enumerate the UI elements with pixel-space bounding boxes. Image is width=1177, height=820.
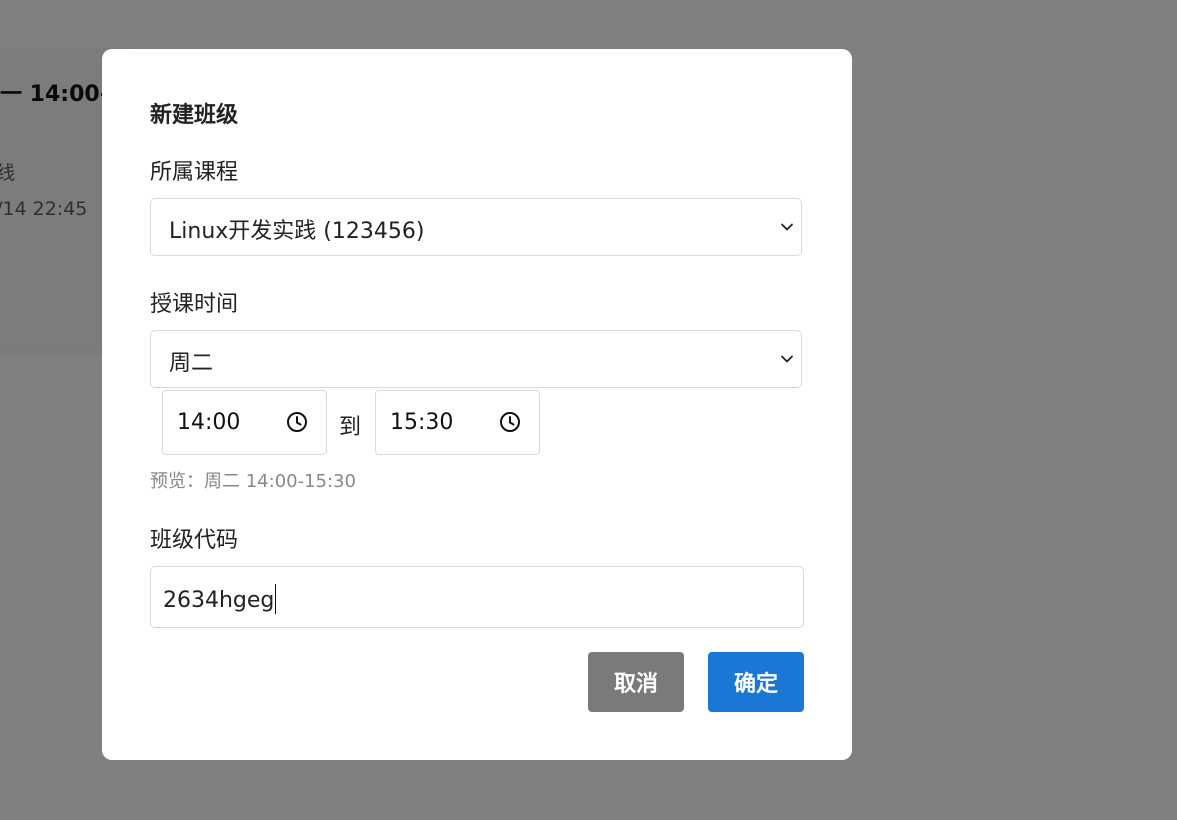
background-card-text: 线 — [0, 162, 16, 184]
new-class-dialog: 新建班级 所属课程 Linux开发实践 (123456) 授课时间 周二 14:… — [102, 49, 852, 760]
schedule-preview: 预览：周二 14:00-15:30 — [150, 471, 356, 492]
end-time-input[interactable]: 15:30 — [375, 390, 540, 455]
time-range-separator: 到 — [339, 415, 362, 440]
class-code-input[interactable]: 2634hgeg — [150, 566, 804, 628]
weekday-select-value: 周二 — [169, 351, 214, 376]
background-card-timestamp: /14 22:45 — [0, 198, 88, 220]
chevron-down-icon — [781, 223, 793, 231]
weekday-select[interactable]: 周二 — [150, 330, 802, 388]
text-caret — [275, 584, 277, 614]
class-code-value: 2634hgeg — [163, 584, 277, 614]
start-time-input[interactable]: 14:00 — [162, 390, 327, 455]
background-card-title: 一 14:00- — [0, 82, 109, 107]
clock-icon[interactable] — [286, 411, 308, 433]
chevron-down-icon — [781, 355, 793, 363]
course-select[interactable]: Linux开发实践 (123456) — [150, 198, 802, 256]
clock-icon[interactable] — [499, 411, 521, 433]
start-time-value: 14:00 — [177, 410, 241, 435]
class-code-label: 班级代码 — [150, 528, 239, 553]
course-select-value: Linux开发实践 (123456) — [169, 219, 425, 244]
end-time-value: 15:30 — [390, 410, 454, 435]
schedule-label: 授课时间 — [150, 292, 239, 317]
dialog-title: 新建班级 — [150, 103, 239, 128]
cancel-button[interactable]: 取消 — [588, 652, 684, 712]
confirm-button[interactable]: 确定 — [708, 652, 804, 712]
course-label: 所属课程 — [150, 160, 239, 185]
